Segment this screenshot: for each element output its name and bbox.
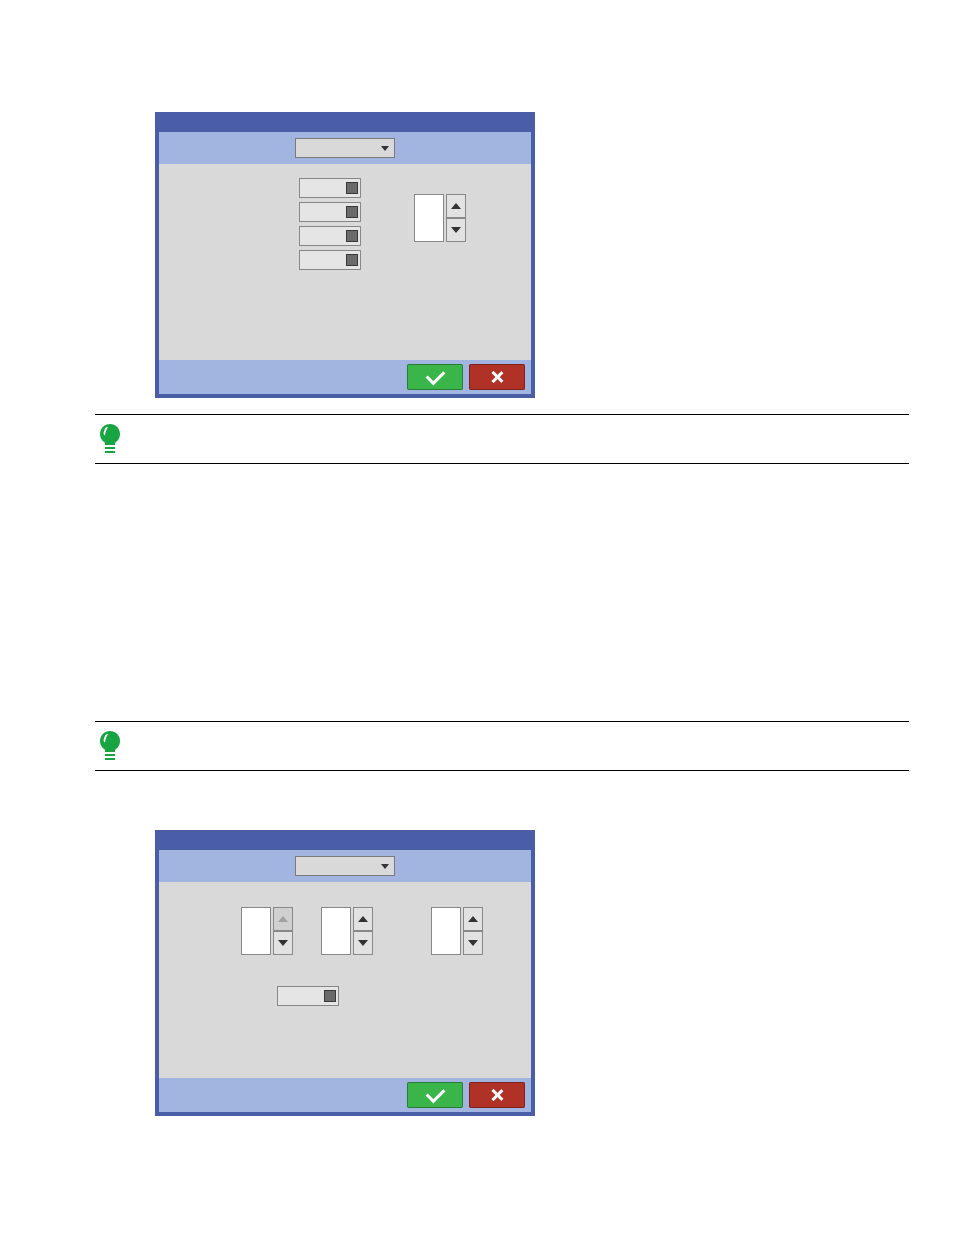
date-field-group (299, 174, 361, 274)
check-icon (425, 365, 445, 385)
chevron-up-icon (278, 916, 288, 922)
spinner-2[interactable] (321, 907, 373, 955)
dialog-header (159, 850, 531, 882)
spinner-value[interactable] (241, 907, 271, 955)
spinner-up-button[interactable] (353, 907, 373, 931)
calendar-icon (324, 990, 336, 1002)
spinner-3[interactable] (431, 907, 483, 955)
calendar-icon (346, 254, 358, 266)
dialog-footer (159, 1078, 531, 1112)
spinner-down-button[interactable] (273, 931, 293, 955)
spinner-down-button[interactable] (463, 931, 483, 955)
date-field[interactable] (277, 986, 339, 1006)
spinner-up-button[interactable] (463, 907, 483, 931)
date-field-2[interactable] (299, 202, 361, 222)
chevron-down-icon (451, 227, 461, 233)
spinner-value[interactable] (431, 907, 461, 955)
lightbulb-icon (99, 424, 121, 454)
spinner-value[interactable] (321, 907, 351, 955)
cancel-button[interactable] (469, 1082, 525, 1108)
date-field-3[interactable] (299, 226, 361, 246)
spinner-up-button[interactable] (446, 194, 466, 218)
dialog-body (159, 882, 531, 1078)
chevron-up-icon (358, 916, 368, 922)
chevron-up-icon (451, 203, 461, 209)
spinner-1[interactable] (241, 907, 293, 955)
dialog-footer (159, 360, 531, 394)
chevron-down-icon (278, 940, 288, 946)
chevron-down-icon (468, 940, 478, 946)
value-spinner[interactable] (414, 194, 466, 242)
divider (95, 463, 909, 464)
spinner-down-button[interactable] (446, 218, 466, 242)
date-field-4[interactable] (299, 250, 361, 270)
dialog-2 (155, 830, 535, 1116)
date-field-1[interactable] (299, 178, 361, 198)
spinner-value[interactable] (414, 194, 444, 242)
chevron-down-icon (358, 940, 368, 946)
chevron-up-icon (468, 916, 478, 922)
calendar-icon (346, 182, 358, 194)
spinner-down-button[interactable] (353, 931, 373, 955)
dialog-body (159, 164, 531, 360)
ok-button[interactable] (407, 1082, 463, 1108)
chevron-down-icon (378, 859, 392, 873)
close-icon (490, 370, 504, 384)
cancel-button[interactable] (469, 364, 525, 390)
close-icon (490, 1088, 504, 1102)
lightbulb-icon (99, 731, 121, 761)
check-icon (425, 1083, 445, 1103)
spinner-up-button (273, 907, 293, 931)
tip-callout-1 (95, 414, 909, 464)
dialog-titlebar (159, 834, 531, 850)
calendar-icon (346, 230, 358, 242)
dialog-titlebar (159, 116, 531, 132)
ok-button[interactable] (407, 364, 463, 390)
dialog-1 (155, 112, 535, 398)
calendar-icon (346, 206, 358, 218)
tip-callout-2 (95, 721, 909, 771)
dialog-header (159, 132, 531, 164)
divider (95, 770, 909, 771)
chevron-down-icon (378, 141, 392, 155)
type-dropdown[interactable] (295, 856, 395, 876)
type-dropdown[interactable] (295, 138, 395, 158)
